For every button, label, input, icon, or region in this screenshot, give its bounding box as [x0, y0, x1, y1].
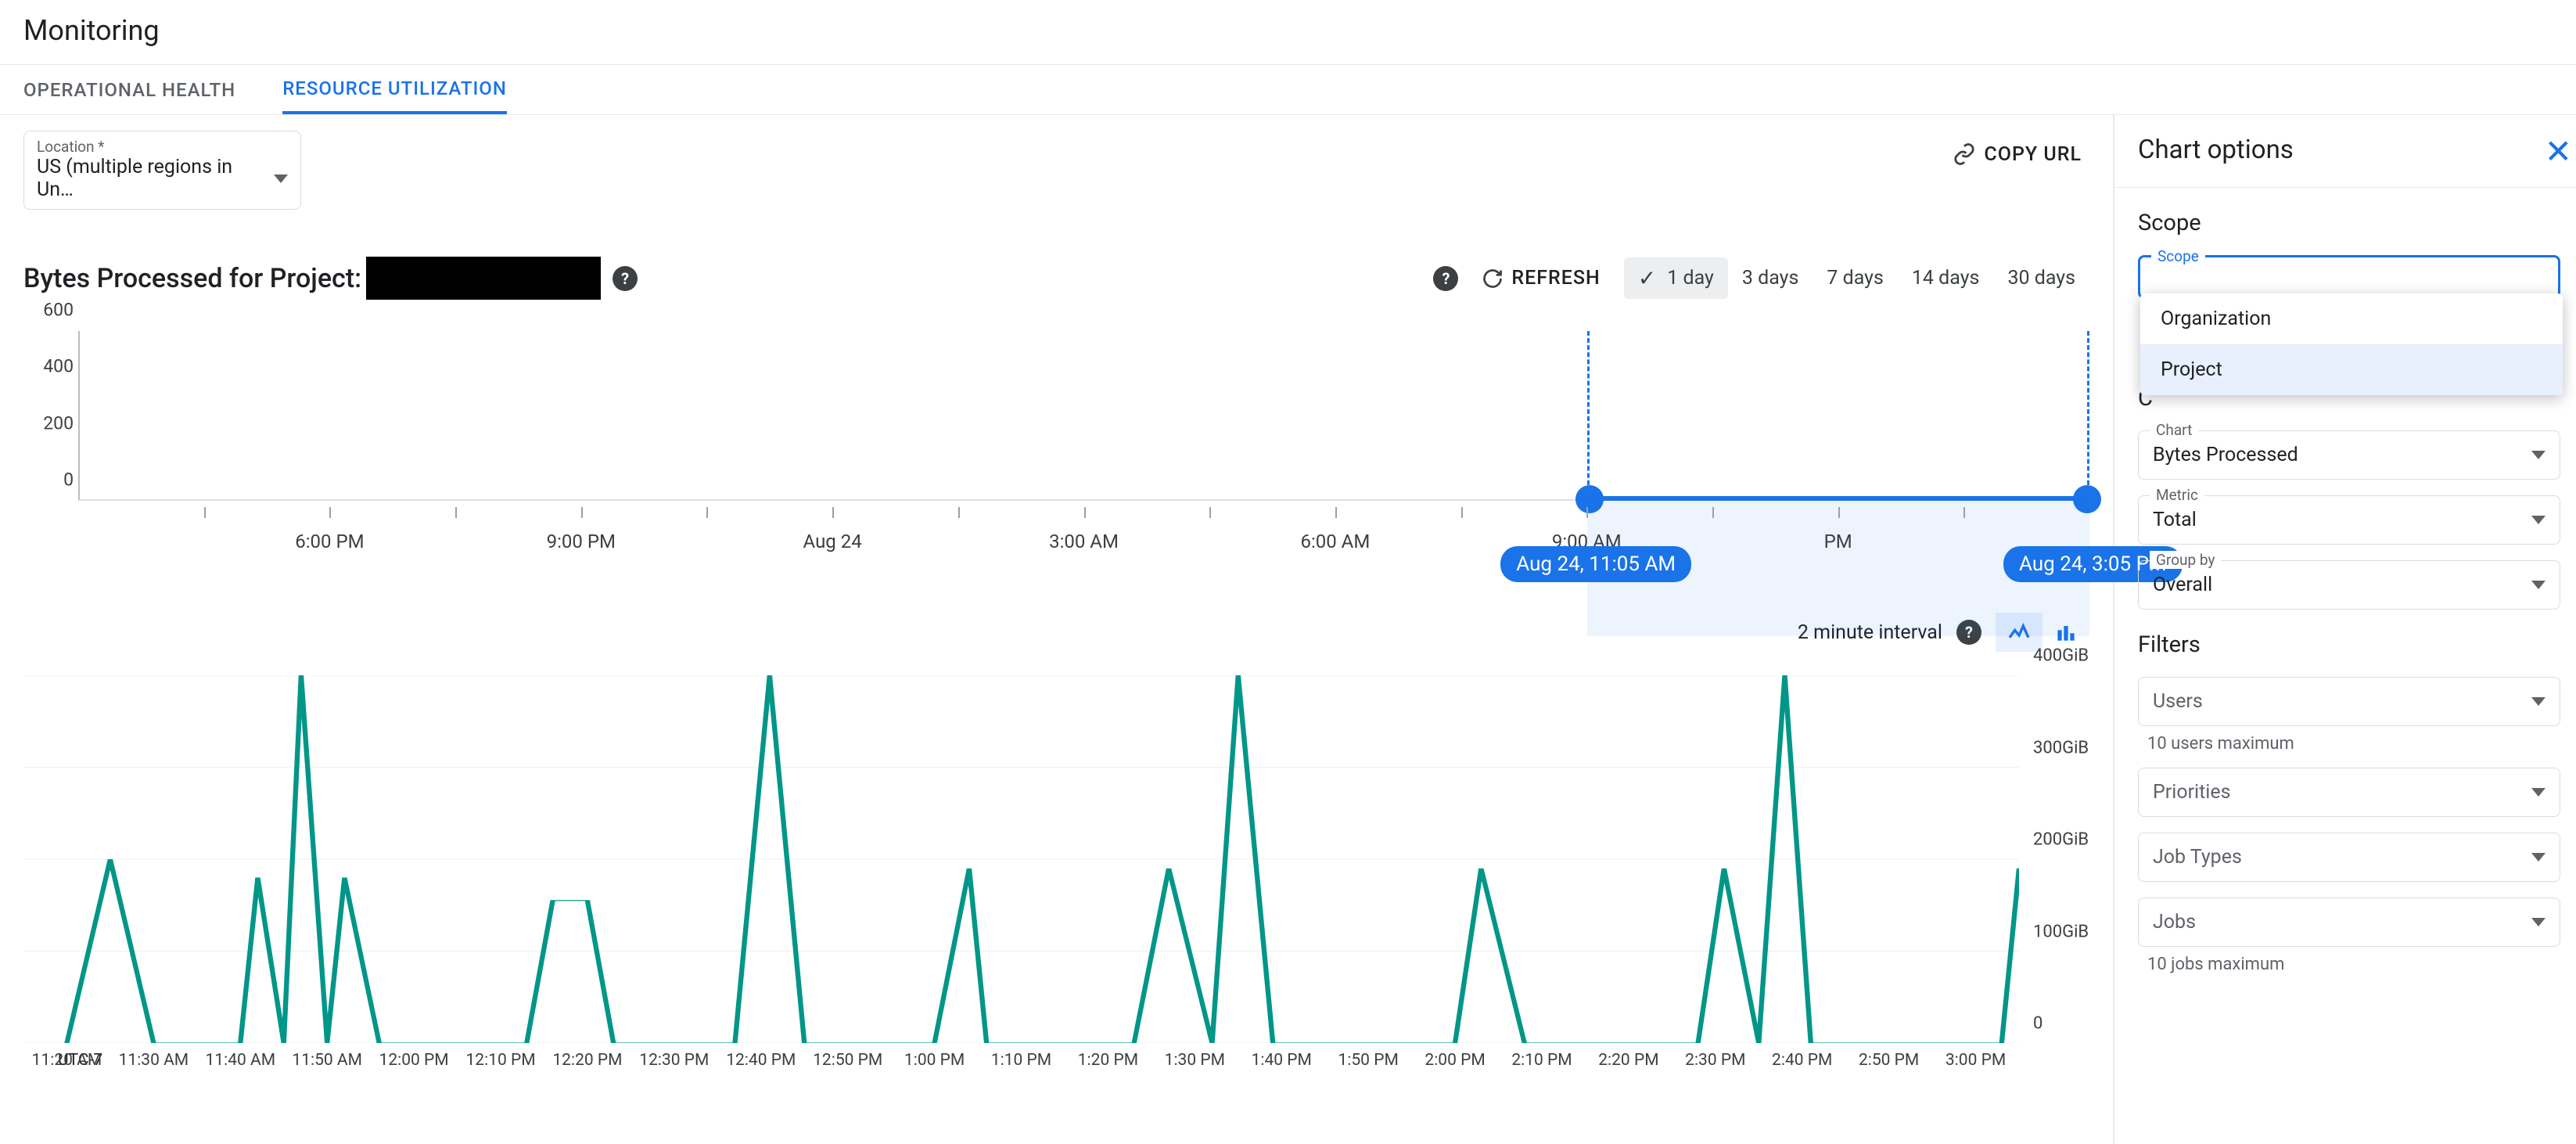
- chart-select[interactable]: Chart Bytes Processed: [2138, 430, 2560, 480]
- tab-resource-utilization[interactable]: RESOURCE UTILIZATION: [282, 65, 507, 114]
- close-icon[interactable]: ✕: [2545, 132, 2572, 171]
- range-3days[interactable]: 3 days: [1728, 257, 1813, 299]
- scope-option-project[interactable]: Project: [2140, 344, 2563, 395]
- jobtypes-filter[interactable]: Job Types: [2138, 833, 2560, 882]
- redacted-project-name: [366, 257, 601, 300]
- caret-down-icon: [2531, 788, 2545, 797]
- range-30days[interactable]: 30 days: [1993, 257, 2089, 299]
- link-icon: [1953, 142, 1976, 166]
- tab-operational-health[interactable]: OPERATIONAL HEALTH: [23, 65, 235, 114]
- caret-down-icon: [2531, 918, 2545, 926]
- tabbar: OPERATIONAL HEALTH RESOURCE UTILIZATION: [0, 64, 2576, 115]
- page-title: Monitoring: [0, 0, 2576, 64]
- caret-down-icon: [2531, 451, 2545, 459]
- metric-select[interactable]: Metric Total: [2138, 495, 2560, 545]
- scope-select[interactable]: Scope Organization Project: [2138, 255, 2560, 299]
- range-7days[interactable]: 7 days: [1813, 257, 1898, 299]
- metric-field-label: Metric: [2150, 486, 2204, 504]
- groupby-select[interactable]: Group by Overall: [2138, 560, 2560, 610]
- jobs-helper: 10 jobs maximum: [2147, 955, 2560, 974]
- copy-url-button[interactable]: COPY URL: [1953, 142, 2082, 166]
- refresh-button[interactable]: REFRESH: [1482, 267, 1600, 290]
- location-value: US (multiple regions in Un…: [37, 156, 274, 201]
- chart-field-label: Chart: [2150, 421, 2198, 439]
- scope-heading: Scope: [2138, 210, 2560, 236]
- caret-down-icon: [2531, 581, 2545, 589]
- overview-x-axis: 6:00 PM9:00 PMAug 243:00 AM6:00 AM9:00 A…: [78, 531, 2089, 554]
- refresh-icon: [1482, 268, 1504, 290]
- metric-field-value: Total: [2153, 509, 2197, 531]
- location-label: Location *: [37, 138, 288, 156]
- group-field-label: Group by: [2150, 551, 2221, 569]
- jobs-placeholder: Jobs: [2153, 911, 2196, 934]
- chart-options-panel: ✕ Chart options Scope Scope Organization…: [2114, 115, 2576, 1144]
- copy-url-label: COPY URL: [1984, 143, 2082, 166]
- users-helper: 10 users maximum: [2147, 734, 2560, 754]
- overview-bar-chart[interactable]: 0200400600 6:00 PM9:00 PMAug 243:00 AM6:…: [31, 331, 2089, 546]
- caret-down-icon: [2531, 853, 2545, 862]
- users-filter[interactable]: Users: [2138, 677, 2560, 726]
- selection-start-bubble: Aug 24, 11:05 AM: [1500, 546, 1691, 582]
- chart-title: Bytes Processed for Project:: [23, 257, 601, 300]
- priorities-filter[interactable]: Priorities: [2138, 768, 2560, 817]
- help-icon[interactable]: ?: [1433, 266, 1458, 291]
- chart-field-value: Bytes Processed: [2153, 444, 2298, 466]
- range-1day[interactable]: 1 day: [1624, 257, 1728, 299]
- caret-down-icon: [2531, 697, 2545, 706]
- jobs-filter[interactable]: Jobs: [2138, 898, 2560, 947]
- overview-selection[interactable]: [1587, 331, 2089, 499]
- priorities-placeholder: Priorities: [2153, 781, 2231, 804]
- scope-option-organization[interactable]: Organization: [2140, 293, 2563, 344]
- filters-heading: Filters: [2138, 631, 2560, 658]
- options-title: Chart options: [2138, 135, 2560, 165]
- range-14days[interactable]: 14 days: [1898, 257, 1994, 299]
- scope-field-label: Scope: [2151, 247, 2205, 265]
- line-y-axis: 0100GiB200GiB300GiB400GiB: [2027, 675, 2089, 1043]
- help-icon[interactable]: ?: [613, 266, 638, 291]
- caret-down-icon: [2531, 516, 2545, 524]
- overview-y-axis: 0200400600: [31, 331, 78, 501]
- caret-down-icon: [274, 174, 288, 183]
- location-select[interactable]: Location * US (multiple regions in Un…: [23, 131, 301, 210]
- group-field-value: Overall: [2153, 574, 2212, 596]
- refresh-label: REFRESH: [1511, 267, 1600, 290]
- detail-line-chart[interactable]: 0100GiB200GiB300GiB400GiB UTC-7 11:20 AM…: [23, 667, 2089, 1074]
- scope-dropdown: Organization Project: [2140, 293, 2563, 395]
- users-placeholder: Users: [2153, 690, 2203, 713]
- line-x-axis: UTC-7 11:20 AM11:30 AM11:40 AM11:50 AM12…: [23, 1051, 2019, 1074]
- jobtypes-placeholder: Job Types: [2153, 846, 2242, 869]
- time-range-group: 1 day 3 days 7 days 14 days 30 days: [1624, 257, 2089, 299]
